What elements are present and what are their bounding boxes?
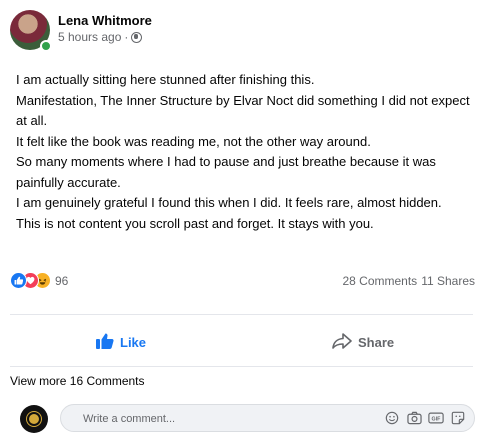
share-button[interactable]: Share [332,327,394,357]
post-line: This is not content you scroll past and … [16,215,374,231]
reaction-count: 96 [55,273,69,288]
divider [10,314,473,315]
post-header: Lena Whitmore 5 hours ago · [10,10,475,54]
divider [10,366,473,367]
comment-input-box[interactable]: GIF [60,404,475,432]
commenter-avatar[interactable] [20,405,48,433]
post-line: I am genuinely grateful I found this whe… [16,195,442,210]
svg-text:GIF: GIF [432,416,442,422]
view-more-comments-link[interactable]: View more 16 Comments [10,374,145,388]
share-arrow-icon [332,332,352,352]
reactions-summary[interactable]: 96 [10,272,68,289]
camera-icon[interactable] [406,410,422,426]
gif-icon[interactable]: GIF [428,410,444,426]
online-status-indicator [40,40,52,52]
share-label: Share [358,334,395,350]
post-line: It felt like the book was reading me, no… [16,133,371,149]
shares-count[interactable]: 11 Shares [421,274,475,288]
post-timestamp[interactable]: 5 hours ago [58,30,121,44]
comment-composer: GIF [10,401,475,435]
post-line: I am actually sitting here stunned after… [16,72,315,87]
post-text: I am actually sitting here stunned after… [16,70,476,234]
engagement-stats: 96 28 Comments 11 Shares [10,270,475,292]
sticker-icon[interactable] [450,410,466,426]
composer-icons: GIF [384,410,466,426]
post-actions: Like Share [10,327,473,357]
post-line: Manifestation, The Inner Structure by El… [16,92,470,129]
emoji-icon[interactable] [384,410,400,426]
author-name[interactable]: Lena Whitmore [58,13,152,28]
like-button[interactable]: Like [96,327,146,357]
meta-separator: · [124,30,129,44]
globe-icon[interactable] [131,31,143,43]
post-line: So many moments where I had to pause and… [16,154,436,190]
thumbs-up-icon [96,333,114,352]
post-meta: 5 hours ago · [58,30,143,44]
comment-share-counts: 28 Comments 11 Shares [342,274,475,288]
like-icon [10,272,27,289]
comments-count[interactable]: 28 Comments [342,274,417,288]
comment-input[interactable] [83,410,343,428]
like-label: Like [120,334,147,350]
